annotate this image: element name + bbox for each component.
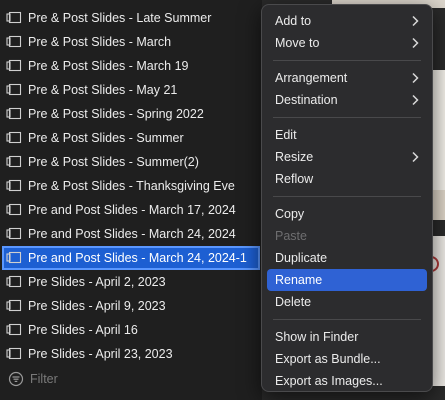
menu-item-show-in-finder[interactable]: Show in Finder xyxy=(267,326,427,348)
chevron-right-icon xyxy=(412,15,419,27)
list-item-label: Pre & Post Slides - Thanksgiving Eve xyxy=(28,179,235,193)
list-item-label: Pre & Post Slides - Summer(2) xyxy=(28,155,199,169)
list-item-label: Pre & Post Slides - May 21 xyxy=(28,83,178,97)
menu-item-label: Add to xyxy=(275,14,312,28)
presentation-icon xyxy=(6,251,22,264)
presentation-icon xyxy=(6,275,22,288)
list-item[interactable]: Pre Slides - April 23, 2023 xyxy=(0,342,262,366)
menu-item-label: Resize xyxy=(275,150,314,164)
menu-item-resize[interactable]: Resize xyxy=(267,146,427,168)
presentation-icon xyxy=(6,131,22,144)
menu-item-label: Rename xyxy=(275,273,323,287)
menu-item-paste: Paste xyxy=(267,225,427,247)
menu-item-label: Move to xyxy=(275,36,320,50)
presentation-icon xyxy=(6,323,22,336)
presentation-list: Pre & Post Slides - Late Summer Pre & Pos… xyxy=(0,6,262,366)
menu-item-label: Export as Images... xyxy=(275,374,383,388)
list-item-label: Pre Slides - April 2, 2023 xyxy=(28,275,166,289)
menu-separator xyxy=(273,196,421,197)
menu-item-export-as-bundle[interactable]: Export as Bundle... xyxy=(267,348,427,370)
list-item[interactable]: Pre and Post Slides - March 24, 2024 xyxy=(0,222,262,246)
menu-item-destination[interactable]: Destination xyxy=(267,89,427,111)
list-item-label: Pre and Post Slides - March 24, 2024 xyxy=(28,227,236,241)
list-item[interactable]: Pre & Post Slides - Late Summer xyxy=(0,6,262,30)
list-item-label: Pre Slides - April 9, 2023 xyxy=(28,299,166,313)
menu-item-copy[interactable]: Copy xyxy=(267,203,427,225)
list-item[interactable]: Pre & Post Slides - March xyxy=(0,30,262,54)
list-item-label: Pre & Post Slides - Summer xyxy=(28,131,184,145)
filter-bar xyxy=(0,366,262,392)
list-item-label: Pre Slides - April 16 xyxy=(28,323,138,337)
menu-item-label: Duplicate xyxy=(275,251,328,265)
menu-item-label: Export as Bundle... xyxy=(275,352,381,366)
presentation-icon xyxy=(6,35,22,48)
list-item-label: Pre Slides - April 23, 2023 xyxy=(28,347,173,361)
list-item-label: Pre & Post Slides - Late Summer xyxy=(28,11,212,25)
context-menu: Add to Move to Arrangement Destination Edit R… xyxy=(261,4,433,392)
filter-icon[interactable] xyxy=(8,371,24,387)
menu-item-rename[interactable]: Rename xyxy=(267,269,427,291)
menu-item-label: Reflow xyxy=(275,172,314,186)
menu-separator xyxy=(273,117,421,118)
menu-item-label: Arrangement xyxy=(275,71,348,85)
menu-item-arrangement[interactable]: Arrangement xyxy=(267,67,427,89)
menu-item-add-to[interactable]: Add to xyxy=(267,10,427,32)
menu-separator xyxy=(273,319,421,320)
list-item-label: Pre & Post Slides - March 19 xyxy=(28,59,189,73)
list-item[interactable]: Pre & Post Slides - Summer(2) xyxy=(0,150,262,174)
menu-item-duplicate[interactable]: Duplicate xyxy=(267,247,427,269)
presentation-icon xyxy=(6,227,22,240)
menu-item-delete[interactable]: Delete xyxy=(267,291,427,313)
list-item[interactable]: Pre & Post Slides - Thanksgiving Eve xyxy=(0,174,262,198)
list-item-label: Pre & Post Slides - Spring 2022 xyxy=(28,107,204,121)
chevron-right-icon xyxy=(412,94,419,106)
list-item[interactable]: Pre & Post Slides - Spring 2022 xyxy=(0,102,262,126)
menu-item-label: Edit xyxy=(275,128,297,142)
list-item[interactable]: Pre & Post Slides - March 19 xyxy=(0,54,262,78)
list-item[interactable]: Pre & Post Slides - May 21 xyxy=(0,78,262,102)
list-item[interactable]: Pre Slides - April 9, 2023 xyxy=(0,294,262,318)
list-item-label: Pre & Post Slides - March xyxy=(28,35,172,49)
list-item[interactable]: Pre & Post Slides - Summer xyxy=(0,126,262,150)
menu-item-label: Delete xyxy=(275,295,312,309)
menu-item-label: Paste xyxy=(275,229,307,243)
menu-item-move-to[interactable]: Move to xyxy=(267,32,427,54)
list-item[interactable]: Pre Slides - April 2, 2023 xyxy=(0,270,262,294)
presentation-icon xyxy=(6,203,22,216)
menu-item-export-as-images[interactable]: Export as Images... xyxy=(267,370,427,392)
presentation-icon xyxy=(6,107,22,120)
menu-item-edit[interactable]: Edit xyxy=(267,124,427,146)
presentation-icon xyxy=(6,83,22,96)
list-item-label: Pre and Post Slides - March 24, 2024-1 xyxy=(28,251,247,265)
presentation-icon xyxy=(6,11,22,24)
chevron-right-icon xyxy=(412,37,419,49)
list-item[interactable]: Pre Slides - April 16 xyxy=(0,318,262,342)
chevron-right-icon xyxy=(412,72,419,84)
chevron-right-icon xyxy=(412,151,419,163)
list-item-selected[interactable]: Pre and Post Slides - March 24, 2024-1 xyxy=(2,246,260,270)
menu-item-label: Show in Finder xyxy=(275,330,359,344)
menu-item-reflow[interactable]: Reflow xyxy=(267,168,427,190)
menu-item-label: Destination xyxy=(275,93,338,107)
presentation-icon xyxy=(6,347,22,360)
presentation-list-sidebar: Pre & Post Slides - Late Summer Pre & Pos… xyxy=(0,0,262,400)
presentation-icon xyxy=(6,299,22,312)
presentation-icon xyxy=(6,59,22,72)
list-item-label: Pre and Post Slides - March 17, 2024 xyxy=(28,203,236,217)
menu-separator xyxy=(273,60,421,61)
presentation-icon xyxy=(6,155,22,168)
list-item[interactable]: Pre and Post Slides - March 17, 2024 xyxy=(0,198,262,222)
filter-input[interactable] xyxy=(30,372,230,386)
presentation-icon xyxy=(6,179,22,192)
menu-item-label: Copy xyxy=(275,207,305,221)
